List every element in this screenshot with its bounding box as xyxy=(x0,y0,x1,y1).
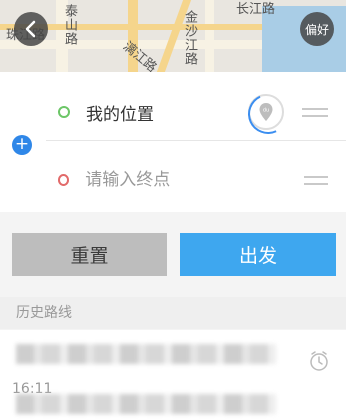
start-dot-icon xyxy=(58,106,70,118)
drag-handle-icon[interactable] xyxy=(302,107,328,117)
start-row[interactable]: 我的位置 du xyxy=(46,84,346,141)
drag-handle-icon[interactable] xyxy=(304,175,328,185)
plus-icon[interactable]: + xyxy=(12,135,32,155)
blurred-route-text xyxy=(16,394,276,414)
start-location[interactable]: 我的位置 xyxy=(86,100,248,125)
clock-icon xyxy=(310,351,328,371)
map-label-road: 泰山路 xyxy=(62,4,77,46)
locate-progress-arc xyxy=(242,88,294,140)
back-button[interactable] xyxy=(14,12,48,46)
end-row[interactable] xyxy=(46,152,346,208)
destination-input[interactable] xyxy=(85,170,305,190)
history-item[interactable]: 16:11 xyxy=(0,330,346,419)
end-dot-icon xyxy=(58,174,70,186)
reset-button[interactable]: 重置 xyxy=(12,233,167,276)
blurred-route-text xyxy=(16,344,276,364)
history-title: 历史路线 xyxy=(0,297,346,329)
go-button[interactable]: 出发 xyxy=(180,233,336,276)
preference-button[interactable]: 偏好 xyxy=(300,12,334,46)
map-road xyxy=(205,0,214,72)
locate-button[interactable]: du xyxy=(242,88,294,140)
route-panel: + 我的位置 du xyxy=(0,72,346,212)
map-label-road: 金沙江路 xyxy=(182,10,197,66)
map-view[interactable]: 长江路 泰山路 金沙江路 漓江路 珠江路 偏好 xyxy=(0,0,346,72)
chevron-left-icon xyxy=(25,20,36,38)
map-label-road: 长江路 xyxy=(236,2,276,17)
